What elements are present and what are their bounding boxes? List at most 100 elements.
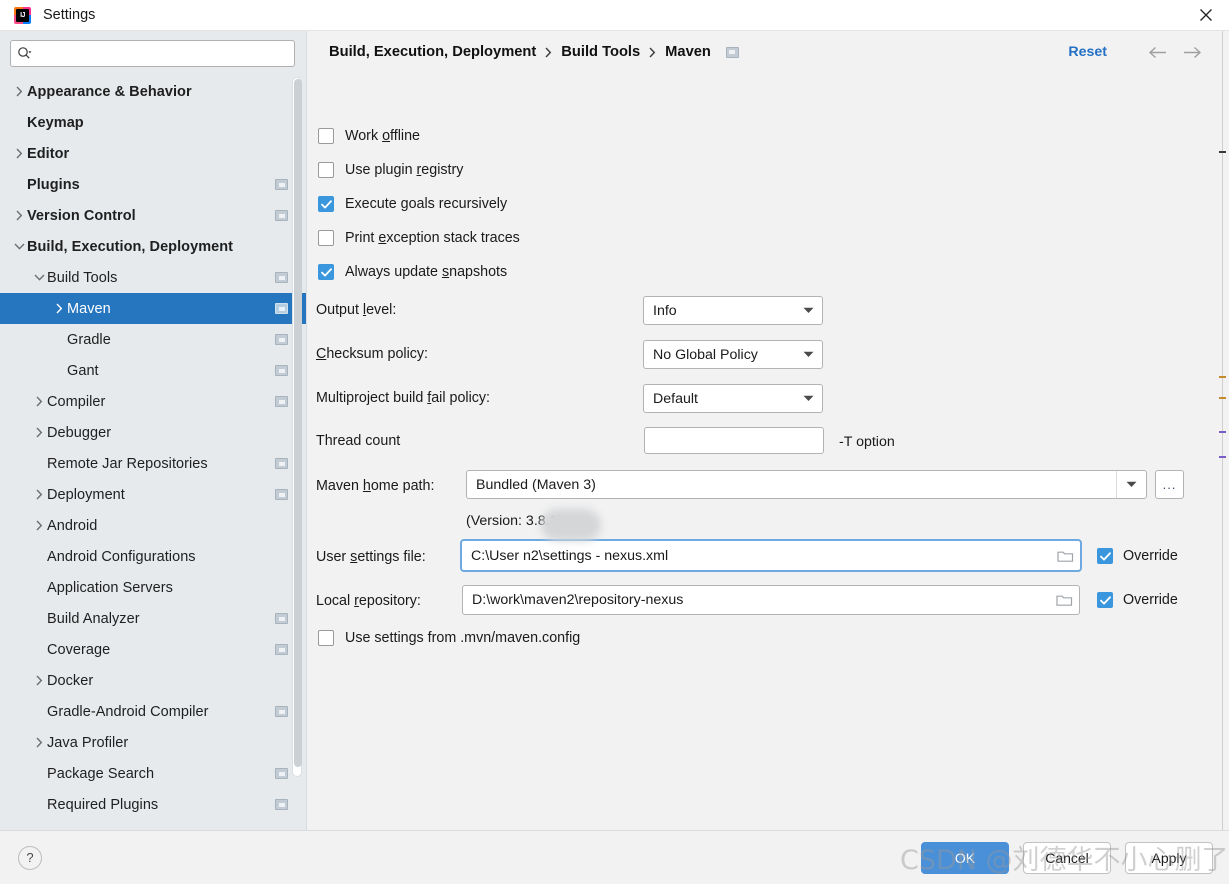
chevron-down-icon-2 — [794, 351, 822, 358]
chevron-right-icon[interactable] — [12, 86, 27, 97]
sidebar-item-compiler[interactable]: Compiler — [0, 386, 306, 417]
sidebar-item-build-analyzer[interactable]: Build Analyzer — [0, 603, 306, 634]
search-box[interactable] — [10, 40, 295, 67]
sidebar-item-appearance-behavior[interactable]: Appearance & Behavior — [0, 76, 306, 107]
chevron-right-icon[interactable] — [12, 210, 27, 221]
dialog-content: Appearance & Behavior Keymap Editor Plugins… — [0, 31, 1229, 830]
sidebar-item-label: Gradle — [67, 331, 111, 348]
user-settings-override-row[interactable]: Override — [1097, 548, 1178, 564]
reset-link[interactable]: Reset — [1068, 44, 1107, 60]
help-button[interactable]: ? — [18, 845, 42, 870]
multiproject-fail-policy-combo[interactable]: Default — [643, 384, 823, 413]
checkbox-row-use-plugin-registry[interactable]: Use plugin registry — [318, 162, 463, 178]
maven-home-path-value: Bundled (Maven 3) — [476, 476, 596, 493]
sidebar-item-docker[interactable]: Docker — [0, 665, 306, 696]
checkbox-row-mvn-config[interactable]: Use settings from .mvn/maven.config — [318, 630, 580, 646]
sidebar-item-label: Editor — [27, 145, 70, 162]
sidebar-item-application-servers[interactable]: Application Servers — [0, 572, 306, 603]
sidebar-item-gradle[interactable]: Gradle — [0, 324, 306, 355]
sidebar-item-keymap[interactable]: Keymap — [0, 107, 306, 138]
sidebar-item-build-execution-deployment[interactable]: Build, Execution, Deployment — [0, 231, 306, 262]
dialog-buttons: OK Cancel Apply — [921, 841, 1213, 874]
checksum-policy-value: No Global Policy — [653, 346, 758, 363]
sidebar-item-label: Deployment — [47, 486, 125, 503]
local-repository-override-checkbox[interactable] — [1097, 592, 1113, 608]
sidebar-item-label: Version Control — [27, 207, 136, 224]
arrow-right-icon — [1184, 46, 1202, 58]
work-offline-checkbox[interactable] — [318, 128, 334, 144]
chevron-right-icon[interactable] — [32, 675, 47, 686]
chevron-down-icon[interactable] — [32, 274, 47, 281]
project-scope-badge-icon — [275, 799, 288, 810]
chevron-right-icon[interactable] — [32, 737, 47, 748]
sidebar-scrollbar[interactable] — [292, 77, 302, 777]
chevron-right-icon[interactable] — [32, 427, 47, 438]
sidebar-item-gant[interactable]: Gant — [0, 355, 306, 386]
sidebar-item-gradle-android-compiler[interactable]: Gradle-Android Compiler — [0, 696, 306, 727]
checkbox-row-print-exception-stack-traces[interactable]: Print exception stack traces — [318, 230, 520, 246]
ok-button[interactable]: OK — [921, 841, 1009, 874]
sidebar-item-debugger[interactable]: Debugger — [0, 417, 306, 448]
sidebar-item-label: Java Profiler — [47, 734, 129, 751]
apply-button[interactable]: Apply — [1125, 841, 1213, 874]
cancel-button[interactable]: Cancel — [1023, 841, 1111, 874]
sidebar-item-required-plugins[interactable]: Required Plugins — [0, 789, 306, 820]
print-exception-stack-traces-checkbox[interactable] — [318, 230, 334, 246]
sidebar-item-android-configurations[interactable]: Android Configurations — [0, 541, 306, 572]
thread-count-field[interactable] — [644, 427, 824, 454]
sidebar-item-build-tools[interactable]: Build Tools — [0, 262, 306, 293]
maven-home-path-label: Maven home path: — [316, 478, 435, 494]
checkbox-row-always-update-snapshots[interactable]: Always update snapshots — [318, 264, 507, 280]
chevron-right-icon[interactable] — [12, 148, 27, 159]
breadcrumb-item-maven: Maven — [665, 44, 711, 60]
maven-home-browse-button[interactable]: ... — [1155, 470, 1184, 499]
chevron-down-icon-4[interactable] — [1116, 471, 1146, 498]
checksum-policy-combo[interactable]: No Global Policy — [643, 340, 823, 369]
use-mvn-config-checkbox[interactable] — [318, 630, 334, 646]
browse-folder-icon-2[interactable] — [1049, 593, 1079, 607]
close-button[interactable] — [1183, 0, 1229, 30]
settings-pane: Build, Execution, Deployment Build Tools… — [307, 31, 1229, 830]
execute-goals-recursively-checkbox[interactable] — [318, 196, 334, 212]
chevron-right-icon[interactable] — [32, 520, 47, 531]
chevron-right-icon[interactable] — [52, 303, 67, 314]
local-repository-field[interactable]: D:\work\maven2\repository-nexus — [462, 585, 1080, 615]
search-input[interactable] — [36, 45, 288, 62]
user-settings-file-field[interactable]: C:\User n2\settings - nexus.xml — [460, 539, 1082, 572]
sidebar-item-remote-jar-repositories[interactable]: Remote Jar Repositories — [0, 448, 306, 479]
chevron-right-icon[interactable] — [32, 396, 47, 407]
chevron-down-icon[interactable] — [12, 243, 27, 250]
sidebar-item-deployment[interactable]: Deployment — [0, 479, 306, 510]
local-repository-label: Local repository: — [316, 593, 421, 609]
breadcrumb-separator-icon — [545, 47, 552, 58]
maven-version-note: (Version: 3.8.1) — [466, 513, 563, 529]
back-button[interactable] — [1141, 46, 1175, 59]
sidebar-item-version-control[interactable]: Version Control — [0, 200, 306, 231]
maven-home-path-combo[interactable]: Bundled (Maven 3) — [466, 470, 1147, 499]
user-settings-override-checkbox[interactable] — [1097, 548, 1113, 564]
checkbox-row-execute-goals-recursively[interactable]: Execute goals recursively — [318, 196, 507, 212]
always-update-snapshots-checkbox[interactable] — [318, 264, 334, 280]
forward-button[interactable] — [1175, 46, 1209, 59]
chevron-right-icon[interactable] — [32, 489, 47, 500]
local-repository-override-row[interactable]: Override — [1097, 592, 1178, 608]
sidebar-item-label: Application Servers — [47, 579, 173, 596]
browse-folder-icon[interactable] — [1050, 549, 1080, 563]
checkbox-row-work-offline[interactable]: Work offline — [318, 128, 420, 144]
output-level-combo[interactable]: Info — [643, 296, 823, 325]
breadcrumb-item-build-execution-deployment[interactable]: Build, Execution, Deployment — [329, 44, 536, 60]
breadcrumb-item-build-tools[interactable]: Build Tools — [561, 44, 640, 60]
use-plugin-registry-label: Use plugin registry — [345, 162, 464, 178]
sidebar-item-editor[interactable]: Editor — [0, 138, 306, 169]
thread-count-hint: -T option — [839, 434, 895, 450]
user-settings-file-value: C:\User n2\settings - nexus.xml — [471, 547, 669, 564]
sidebar-scrollbar-thumb[interactable] — [294, 79, 302, 767]
sidebar-item-android[interactable]: Android — [0, 510, 306, 541]
sidebar-item-java-profiler[interactable]: Java Profiler — [0, 727, 306, 758]
close-icon — [1200, 9, 1212, 21]
use-plugin-registry-checkbox[interactable] — [318, 162, 334, 178]
sidebar-item-plugins[interactable]: Plugins — [0, 169, 306, 200]
sidebar-item-maven[interactable]: Maven — [0, 293, 306, 324]
sidebar-item-package-search[interactable]: Package Search — [0, 758, 306, 789]
sidebar-item-coverage[interactable]: Coverage — [0, 634, 306, 665]
